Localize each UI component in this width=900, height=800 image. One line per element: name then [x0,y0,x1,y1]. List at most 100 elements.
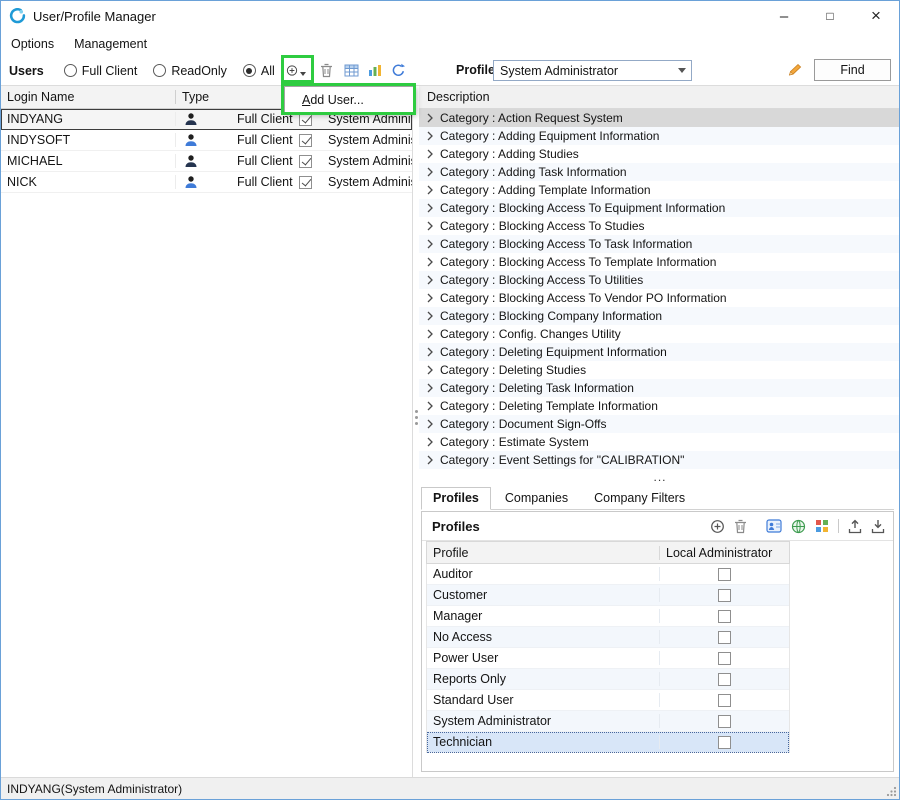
export-profiles-button[interactable] [848,519,862,534]
description-item[interactable]: Category : Deleting Task Information [419,379,900,397]
radio-circle-icon [153,64,166,77]
profile-row[interactable]: Customer [427,585,789,606]
description-item[interactable]: Category : Adding Task Information [419,163,900,181]
add-user-menu-item[interactable]: Add User... [285,93,364,107]
filter-radio[interactable]: All [243,64,275,78]
splitter-grip-icon [415,410,418,413]
description-item[interactable]: Category : Adding Template Information [419,181,900,199]
user-row[interactable]: NICK Full Client System Administrator [1,172,412,193]
local-admin-checkbox[interactable] [718,589,731,602]
description-item[interactable]: Category : Document Sign-Offs [419,415,900,433]
local-admin-checkbox[interactable] [718,673,731,686]
local-admin-checkbox[interactable] [718,631,731,644]
description-item-label: Category : Blocking Access To Studies [440,219,645,233]
user-profile: System Administrator [328,133,412,147]
description-item[interactable]: Category : Action Request System [419,109,900,127]
description-item[interactable]: Category : Blocking Access To Equipment … [419,199,900,217]
description-item-label: Category : Adding Equipment Information [440,129,659,143]
local-admin-checkbox[interactable] [718,652,731,665]
description-item[interactable]: Category : Deleting Equipment Informatio… [419,343,900,361]
description-item[interactable]: Category : Config. Changes Utility [419,325,900,343]
local-admin-checkbox[interactable] [718,715,731,728]
profile-dropdown-arrow[interactable] [673,61,691,80]
profile-admin-cell [660,568,789,581]
edit-note-button[interactable] [787,62,804,77]
description-item-label: Category : Deleting Task Information [440,381,634,395]
panel-splitter[interactable] [412,85,419,779]
toolbar-separator [838,519,839,533]
user-row[interactable]: INDYSOFT Full Client System Administrato… [1,130,412,151]
table-grid-button[interactable] [344,61,364,80]
profile-row[interactable]: Reports Only [427,669,789,690]
maximize-button[interactable]: □ [807,1,853,31]
local-admin-checkbox[interactable] [718,568,731,581]
profile-name: Auditor [427,567,660,581]
filter-radio[interactable]: ReadOnly [153,64,227,78]
description-item[interactable]: Category : Blocking Access To Utilities [419,271,900,289]
table-grid-icon [344,64,359,77]
profile-name: Customer [427,588,660,602]
description-item[interactable]: Category : Blocking Access To Template I… [419,253,900,271]
user-row[interactable]: MICHAEL Full Client System Administrator [1,151,412,172]
description-item[interactable]: Category : Blocking Access To Task Infor… [419,235,900,253]
radio-circle-icon [243,64,256,77]
profile-row[interactable]: Technician [427,732,789,753]
import-profiles-button[interactable] [871,519,885,534]
find-button[interactable]: Find [814,59,891,81]
add-profile-icon [710,519,725,534]
add-user-button[interactable] [286,61,306,80]
description-item[interactable]: Category : Adding Studies [419,145,900,163]
description-item-label: Category : Adding Task Information [440,165,627,179]
description-item[interactable]: Category : Blocking Company Information [419,307,900,325]
close-button[interactable]: × [853,1,899,31]
user-type-cell: Full Client System Administrator [176,112,412,126]
minimize-button[interactable]: – [761,1,807,31]
delete-profile-button[interactable] [734,519,747,534]
users-filter-group: Users Full Client ReadOnly All [9,56,275,85]
column-header-type[interactable]: Type [176,90,209,104]
delete-user-button[interactable] [320,61,340,80]
tab[interactable]: Companies [493,487,580,510]
apps-grid-button[interactable] [815,519,829,533]
user-enabled-checkbox[interactable] [299,155,312,168]
local-admin-checkbox[interactable] [718,610,731,623]
menu-item[interactable]: Options [9,35,56,53]
resize-grip-icon[interactable] [886,786,897,797]
filter-radio[interactable]: Full Client [64,64,138,78]
column-header-login[interactable]: Login Name [1,90,176,104]
description-item[interactable]: Category : Blocking Access To Vendor PO … [419,289,900,307]
add-profile-button[interactable] [710,519,725,534]
profile-row[interactable]: Power User [427,648,789,669]
local-admin-checkbox[interactable] [718,694,731,707]
description-item[interactable]: Category : Deleting Template Information [419,397,900,415]
description-item[interactable]: Category : Blocking Access To Studies [419,217,900,235]
refresh-button[interactable] [391,61,411,80]
local-admin-checkbox[interactable] [718,736,731,749]
description-item[interactable]: Category : Event Settings for "CALIBRATI… [419,451,900,469]
column-header-local-admin[interactable]: Local Administrator [660,546,789,560]
user-enabled-checkbox[interactable] [299,113,312,126]
description-item-label: Category : Blocking Access To Vendor PO … [440,291,727,305]
user-enabled-checkbox[interactable] [299,134,312,147]
edit-note-icon [787,62,804,77]
description-item[interactable]: Category : Adding Equipment Information [419,127,900,145]
column-header-profile[interactable]: Profile [427,546,660,560]
profile-card-button[interactable] [766,519,782,533]
tab[interactable]: Profiles [421,487,491,510]
chevron-right-icon [426,293,434,303]
profile-row[interactable]: Standard User [427,690,789,711]
tab[interactable]: Company Filters [582,487,697,510]
description-item[interactable]: Category : Deleting Studies [419,361,900,379]
profile-row[interactable]: Auditor [427,564,789,585]
person-icon [184,154,198,168]
chart-button[interactable] [368,61,388,80]
profile-dropdown[interactable]: System Administrator [493,60,692,81]
web-globe-button[interactable] [791,519,806,534]
user-enabled-checkbox[interactable] [299,176,312,189]
profile-row[interactable]: Manager [427,606,789,627]
menu-item[interactable]: Management [72,35,149,53]
profile-row[interactable]: No Access [427,627,789,648]
profile-admin-cell [660,694,789,707]
description-item[interactable]: Category : Estimate System [419,433,900,451]
profile-row[interactable]: System Administrator [427,711,789,732]
